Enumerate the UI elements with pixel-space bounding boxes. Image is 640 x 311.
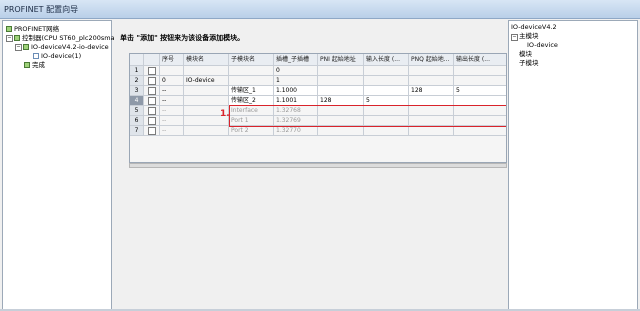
cell-input-len[interactable]: [364, 66, 409, 76]
window-title: PROFINET 配置向导: [4, 5, 79, 14]
cell-seq[interactable]: --: [160, 96, 184, 106]
cell-slot[interactable]: 1.1000: [274, 86, 318, 96]
project-tree[interactable]: PROFINET网络 − 控制器(CPU ST60_plc200smart) − I…: [2, 20, 122, 310]
cell-module[interactable]: [184, 86, 229, 96]
tree-node-device[interactable]: IO-device(1): [33, 52, 81, 60]
row-number[interactable]: 3: [130, 86, 144, 96]
cell-submodule: Port 2: [229, 126, 274, 136]
catalog-submodule[interactable]: 子模块: [519, 59, 539, 67]
tree-node-device-group[interactable]: − IO-deviceV4.2-io-device: [15, 43, 109, 51]
header-module[interactable]: 模块名: [184, 54, 229, 66]
catalog-module[interactable]: 模块: [519, 50, 532, 58]
row-number[interactable]: 2: [130, 76, 144, 86]
header-pni[interactable]: PNI 起始地址: [318, 54, 364, 66]
cell-seq[interactable]: 0: [160, 76, 184, 86]
module-table[interactable]: 序号 模块名 子模块名 插槽_子插槽 PNI 起始地址 输入长度 (... PN…: [129, 53, 507, 163]
cell-output-len[interactable]: [454, 66, 506, 76]
row-checkbox[interactable]: [144, 106, 160, 116]
tree-node-profinet[interactable]: PROFINET网络: [6, 25, 59, 33]
hardware-catalog[interactable]: IO-deviceV4.2 − 主模块 IO-device 模块 子模块: [508, 20, 638, 310]
collapse-icon[interactable]: −: [15, 43, 22, 51]
header-slot[interactable]: 插槽_子插槽: [274, 54, 318, 66]
row-number[interactable]: 7: [130, 126, 144, 136]
plc-icon: [14, 35, 20, 41]
cell-submodule[interactable]: [229, 66, 274, 76]
cell-submodule[interactable]: 传输区_1: [229, 86, 274, 96]
checkbox[interactable]: [147, 117, 156, 125]
cell-slot: 1.32770: [274, 126, 318, 136]
title-bar: PROFINET 配置向导: [0, 0, 640, 19]
catalog-io-device[interactable]: IO-device: [527, 41, 558, 49]
cell-pni[interactable]: [318, 86, 364, 96]
row-number-selected[interactable]: 4: [130, 96, 144, 106]
cell-pni[interactable]: [318, 76, 364, 86]
header-input-len[interactable]: 输入长度 (...: [364, 54, 409, 66]
cell-seq: --: [160, 116, 184, 126]
cell-pni[interactable]: [318, 66, 364, 76]
header-check: [144, 54, 160, 66]
checkbox[interactable]: [147, 127, 156, 135]
cell-input-len[interactable]: [364, 86, 409, 96]
cell-output-len[interactable]: 5: [454, 86, 506, 96]
row-checkbox[interactable]: [144, 86, 160, 96]
cell-output-len: [454, 126, 506, 136]
cell-pni: [318, 126, 364, 136]
cell-input-len[interactable]: [364, 76, 409, 86]
cell-seq: --: [160, 126, 184, 136]
device-doc-icon: [33, 53, 39, 59]
row-checkbox[interactable]: [144, 116, 160, 126]
cell-module[interactable]: [184, 96, 229, 106]
catalog-root[interactable]: IO-deviceV4.2: [511, 23, 557, 31]
network-icon: [6, 26, 12, 32]
cell-input-len: [364, 126, 409, 136]
checkbox[interactable]: [147, 77, 156, 85]
cell-seq: --: [160, 106, 184, 116]
collapse-icon[interactable]: −: [6, 34, 13, 42]
header-corner: [130, 54, 144, 66]
cell-pnq: [409, 126, 454, 136]
checkbox[interactable]: [147, 87, 156, 95]
row-number[interactable]: 5: [130, 106, 144, 116]
checkbox[interactable]: [147, 97, 156, 105]
row-checkbox[interactable]: [144, 76, 160, 86]
cell-pnq[interactable]: [409, 66, 454, 76]
device-icon: [23, 44, 29, 50]
cell-module[interactable]: [184, 66, 229, 76]
cell-seq[interactable]: --: [160, 86, 184, 96]
cell-output-len[interactable]: [454, 76, 506, 86]
instruction-text: 单击 "添加" 按钮来为该设备添加模块。: [120, 34, 245, 42]
header-seq[interactable]: 序号: [160, 54, 184, 66]
tree-node-controller[interactable]: − 控制器(CPU ST60_plc200smart): [6, 34, 122, 42]
cell-module: [184, 126, 229, 136]
row-number[interactable]: 6: [130, 116, 144, 126]
row-checkbox[interactable]: [144, 126, 160, 136]
highlight-box: [229, 105, 506, 127]
finish-icon: [24, 62, 30, 68]
row-checkbox[interactable]: [144, 96, 160, 106]
catalog-main-module[interactable]: − 主模块: [511, 32, 539, 41]
cell-submodule[interactable]: [229, 76, 274, 86]
collapse-icon[interactable]: −: [511, 34, 518, 41]
checkbox[interactable]: [147, 67, 156, 75]
tree-node-done[interactable]: 完成: [24, 61, 45, 69]
cell-pnq[interactable]: [409, 76, 454, 86]
row-number[interactable]: 1: [130, 66, 144, 76]
cell-slot[interactable]: 0: [274, 66, 318, 76]
annotation-label: 1.: [220, 109, 230, 119]
header-output-len[interactable]: 输出长度 (...: [454, 54, 506, 66]
horizontal-scrollbar[interactable]: [129, 163, 507, 168]
cell-seq[interactable]: [160, 66, 184, 76]
header-pnq[interactable]: PNQ 起始地...: [409, 54, 454, 66]
cell-slot[interactable]: 1: [274, 76, 318, 86]
header-submodule[interactable]: 子模块名: [229, 54, 274, 66]
cell-pnq[interactable]: 128: [409, 86, 454, 96]
checkbox[interactable]: [147, 107, 156, 115]
main-panel: 单击 "添加" 按钮来为该设备添加模块。 序号 模块名 子模块名 插槽_子插槽 …: [114, 20, 507, 310]
row-checkbox[interactable]: [144, 66, 160, 76]
cell-module[interactable]: IO-device: [184, 76, 229, 86]
